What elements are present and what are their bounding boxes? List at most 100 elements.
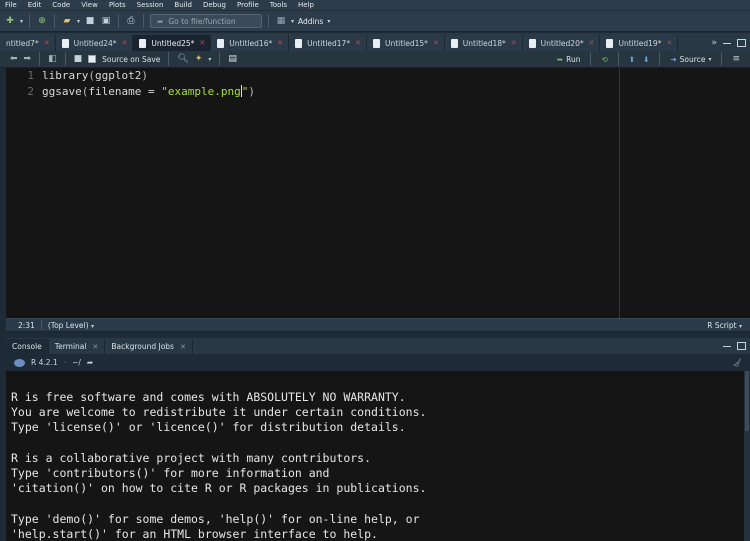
tab-label: Untitled17* [307, 38, 351, 48]
chevron-down-icon[interactable]: ▾ [327, 18, 330, 25]
source-on-save-checkbox[interactable] [88, 55, 97, 63]
code-line-1[interactable]: library(ggplot2) [42, 69, 148, 82]
tab-label: Untitled18* [462, 38, 506, 48]
save-icon[interactable]: ■ [74, 54, 83, 64]
chevron-down-icon[interactable]: ▾ [77, 18, 80, 25]
outline-icon[interactable]: ≡ [732, 54, 740, 64]
menu-tools[interactable]: Tools [270, 1, 287, 9]
grid-layout-icon[interactable]: ▦ [275, 15, 287, 27]
back-arrow-icon[interactable]: ⬅ [10, 54, 18, 64]
minimize-icon[interactable] [723, 345, 731, 347]
maximize-icon[interactable] [737, 39, 746, 47]
source-label: Source [679, 54, 706, 64]
close-icon[interactable]: ✕ [589, 39, 595, 47]
margin-guide-line [619, 68, 620, 318]
code-editor[interactable]: 1 2 library(ggplot2) ggsave(filename = "… [6, 68, 750, 318]
chevron-down-icon: ▾ [738, 322, 742, 330]
tab-background-jobs[interactable]: Background Jobs ✕ [105, 339, 193, 354]
close-icon[interactable]: ✕ [122, 39, 128, 47]
tab-untitled16[interactable]: Untitled16* ✕ [211, 35, 290, 51]
open-folder-icon[interactable]: ▰ [61, 15, 73, 27]
save-all-icon[interactable]: ▣ [100, 15, 112, 27]
chevron-down-icon[interactable]: ▾ [291, 18, 294, 25]
close-icon[interactable]: ✕ [44, 39, 50, 47]
compile-report-icon[interactable]: ▤ [228, 54, 237, 64]
save-icon[interactable]: ■ [84, 15, 96, 27]
close-icon[interactable]: ✕ [180, 343, 186, 351]
menu-edit[interactable]: Edit [28, 1, 42, 9]
close-icon[interactable]: ✕ [433, 39, 439, 47]
document-icon [61, 38, 69, 48]
down-arrow-icon[interactable]: ⬇ [643, 55, 649, 64]
code-line-2[interactable]: ggsave(filename = "example.png") [42, 85, 255, 98]
tab-label: Untitled24* [73, 38, 117, 48]
run-arrow-icon: ➥ [556, 54, 564, 64]
search-icon[interactable]: 🔍︎ [177, 54, 188, 64]
console-scrollbar[interactable] [744, 371, 750, 541]
tab-untitled24[interactable]: Untitled24* ✕ [55, 35, 134, 51]
close-icon[interactable]: ✕ [666, 39, 672, 47]
close-icon[interactable]: ✕ [92, 343, 98, 351]
console-line: 'citation()' on how to cite R or R packa… [11, 481, 427, 495]
tab-untitled18[interactable]: Untitled18* ✕ [444, 35, 523, 51]
tab-untitled7[interactable]: ntitled7* ✕ [0, 35, 56, 51]
tab-label: Untitled16* [229, 38, 273, 48]
toolbar-divider [219, 52, 221, 66]
tab-untitled19[interactable]: Untitled19* ✕ [600, 35, 679, 51]
up-arrow-icon[interactable]: ⬆ [629, 55, 635, 64]
close-icon[interactable]: ✕ [199, 39, 205, 47]
cursor-position: 2:31 [18, 320, 35, 330]
source-arrow-icon: ➜ [670, 54, 677, 64]
tab-terminal[interactable]: Terminal ✕ [49, 339, 106, 354]
go-to-file-input[interactable]: ➦ Go to file/function [150, 14, 263, 28]
maximize-icon[interactable] [737, 342, 746, 350]
scrollbar-thumb[interactable] [745, 371, 749, 431]
menu-file[interactable]: File [5, 1, 17, 9]
run-button[interactable]: ➥ Run [557, 55, 581, 64]
toolbar-divider [39, 52, 41, 66]
tab-untitled25[interactable]: Untitled25* ✕ [133, 35, 212, 51]
toolbar-divider [268, 14, 270, 28]
rerun-icon[interactable]: ⟲ [601, 55, 607, 64]
menu-profile[interactable]: Profile [237, 1, 259, 9]
forward-arrow-icon[interactable]: ➡ [24, 54, 32, 64]
menu-code[interactable]: Code [52, 1, 70, 9]
r-logo-icon [14, 358, 25, 367]
file-type-selector[interactable]: R Script ▾ [707, 321, 750, 330]
console-window-controls [723, 338, 750, 354]
close-icon[interactable]: ✕ [355, 39, 361, 47]
new-project-icon[interactable]: ⊕ [36, 15, 48, 27]
tab-untitled17[interactable]: Untitled17* ✕ [289, 35, 367, 51]
tab-label: Untitled19* [618, 38, 662, 48]
new-file-icon[interactable]: ✚ [4, 15, 16, 27]
more-tabs-icon[interactable]: » [711, 38, 717, 48]
toolbar-divider [54, 14, 56, 28]
menu-session[interactable]: Session [137, 1, 164, 9]
source-button[interactable]: ➜ Source ▾ [670, 55, 711, 64]
go-to-directory-icon[interactable]: ➦ [87, 358, 93, 367]
chevron-down-icon[interactable]: ▾ [208, 56, 211, 63]
toolbar-divider [168, 52, 170, 66]
console-line: R is free software and comes with ABSOLU… [11, 390, 406, 404]
close-icon[interactable]: ✕ [511, 39, 517, 47]
clear-console-icon[interactable]: 🧹︎ [732, 358, 742, 367]
magic-wand-icon[interactable]: ✦ [195, 54, 203, 64]
minimize-icon[interactable] [723, 42, 731, 44]
tab-untitled15[interactable]: Untitled15* ✕ [366, 35, 445, 51]
working-directory: ~/ [72, 358, 81, 367]
tab-untitled20[interactable]: Untitled20* ✕ [522, 35, 601, 51]
document-icon [372, 38, 380, 48]
chevron-down-icon[interactable]: ▾ [20, 18, 23, 25]
menu-plots[interactable]: Plots [109, 1, 126, 9]
scope-selector[interactable]: (Top Level) ▾ [48, 321, 94, 330]
menu-build[interactable]: Build [174, 1, 192, 9]
tab-console[interactable]: Console [6, 339, 49, 354]
show-in-window-icon[interactable]: ◧ [48, 54, 57, 64]
menu-help[interactable]: Help [298, 1, 314, 9]
console-output[interactable]: R is free software and comes with ABSOLU… [6, 371, 744, 541]
menu-view[interactable]: View [81, 1, 98, 9]
menu-debug[interactable]: Debug [203, 1, 226, 9]
print-icon[interactable]: ⎙ [125, 15, 137, 27]
close-icon[interactable]: ✕ [277, 39, 283, 47]
addins-menu[interactable]: Addins [298, 17, 323, 26]
